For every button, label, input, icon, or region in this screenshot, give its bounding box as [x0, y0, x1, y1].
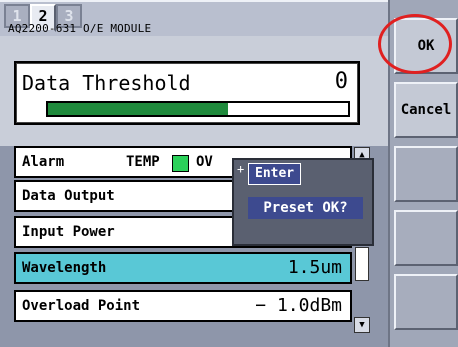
data-threshold-value: 0	[334, 69, 348, 94]
wavelength-value: 1.5um	[287, 257, 342, 278]
wavelength-row[interactable]: Wavelength 1.5um	[14, 252, 352, 284]
overload-point-value: − 1.0dBm	[255, 295, 342, 316]
cancel-button[interactable]: Cancel	[394, 82, 458, 138]
module-name: AQ2200-631 O/E MODULE	[8, 22, 152, 35]
data-threshold-label: Data Threshold	[22, 71, 191, 95]
ovl-label: OV	[196, 154, 213, 170]
threshold-bar	[46, 101, 350, 117]
preset-ok-message[interactable]: Preset OK?	[248, 197, 363, 219]
wavelength-label: Wavelength	[22, 260, 107, 276]
overload-point-label: Overload Point	[22, 298, 141, 314]
softkey-3[interactable]	[394, 146, 458, 202]
temp-indicator	[172, 155, 189, 172]
input-power-label: Input Power	[22, 224, 115, 240]
enter-title: Enter	[248, 163, 302, 185]
threshold-bar-fill	[48, 103, 228, 115]
scroll-down-arrow-icon[interactable]: ▼	[354, 317, 370, 333]
alarm-label: Alarm	[22, 154, 65, 170]
highlight-circle	[378, 14, 452, 74]
data-output-label: Data Output	[22, 188, 115, 204]
enter-popup: + Enter Preset OK?	[232, 158, 374, 246]
overload-point-row[interactable]: Overload Point − 1.0dBm	[14, 290, 352, 322]
temp-label: TEMP	[126, 154, 160, 170]
softkey-4[interactable]	[394, 210, 458, 266]
scroll-thumb[interactable]	[355, 247, 369, 281]
softkey-5[interactable]	[394, 274, 458, 330]
data-threshold-box[interactable]: Data Threshold 0	[14, 61, 360, 125]
plus-icon: +	[237, 162, 245, 176]
